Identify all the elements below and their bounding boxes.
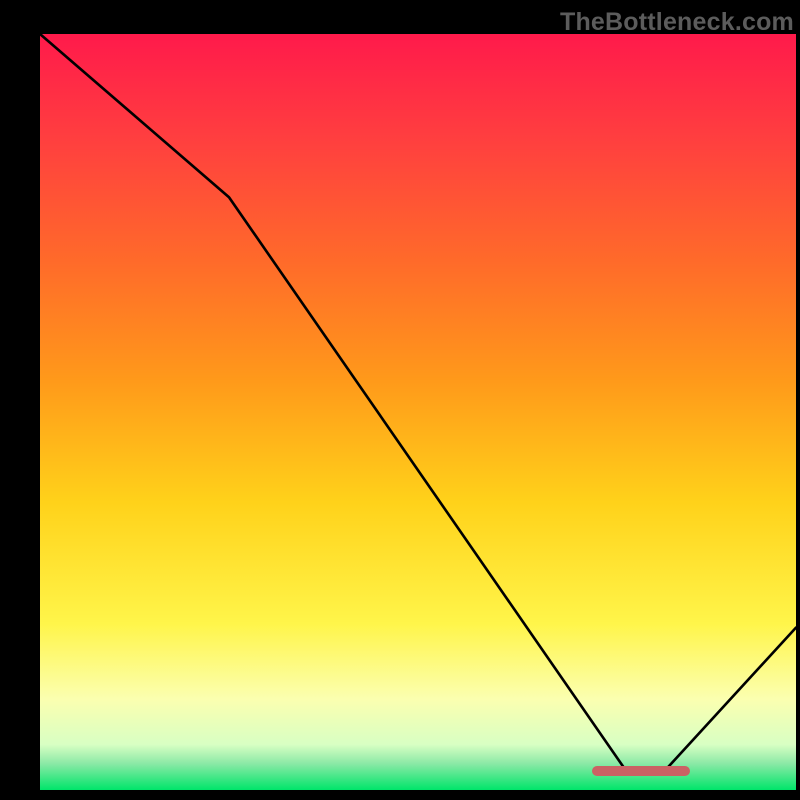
watermark-text: TheBottleneck.com bbox=[560, 8, 794, 37]
bottleneck-curve bbox=[40, 34, 796, 776]
plot-area bbox=[40, 34, 796, 776]
optimal-range-marker bbox=[592, 766, 690, 776]
